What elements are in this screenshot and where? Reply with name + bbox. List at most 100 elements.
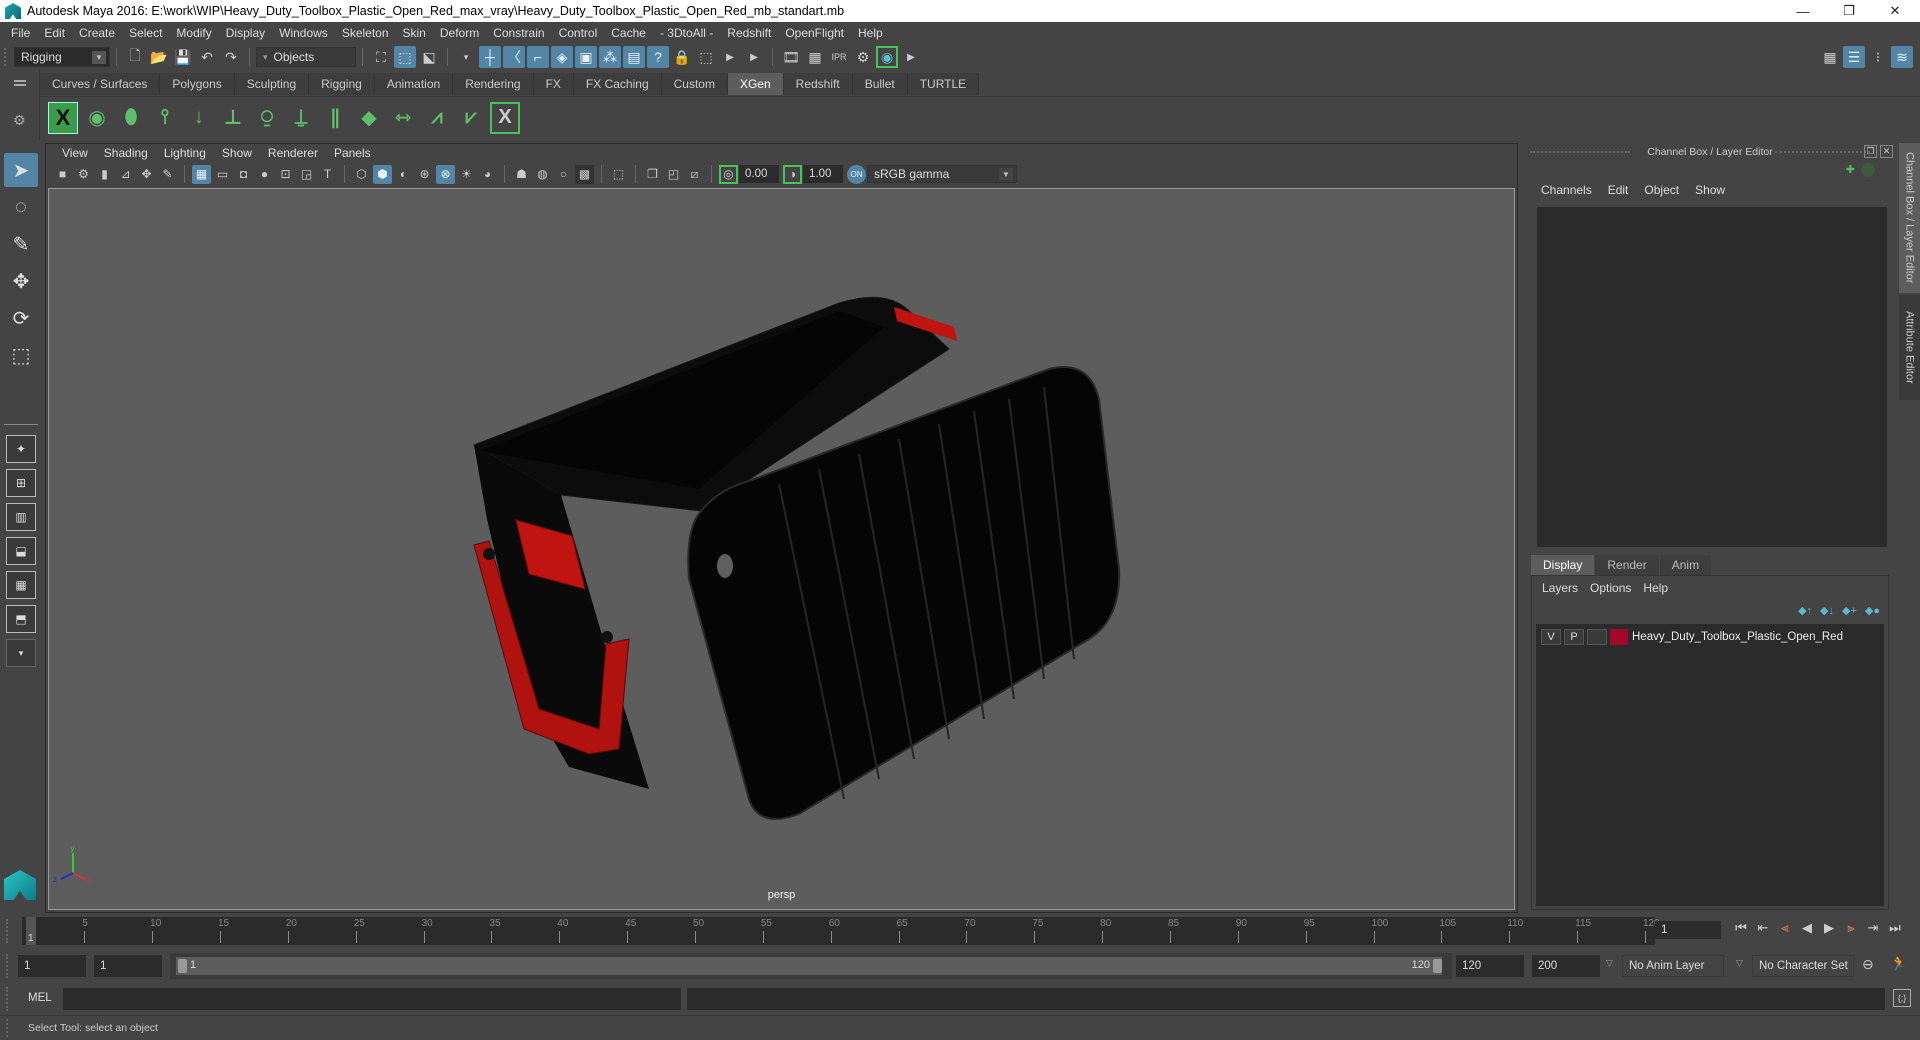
isolate-select-icon[interactable]: ⬚ [609,165,628,184]
render-settings-icon[interactable]: ⚙ [852,46,874,68]
menu-redshift[interactable]: Redshift [720,26,778,40]
xgen-guide-shape-icon[interactable]: ∥ [320,102,350,134]
viewport-menu-shading[interactable]: Shading [96,146,156,160]
camera-attributes-icon[interactable]: ⚙ [74,165,93,184]
redo-icon[interactable]: ↷ [220,46,242,68]
shelf-tab-xgen[interactable]: XGen [727,73,784,95]
xgen-lock-guides-icon[interactable]: ⍊ [286,102,316,134]
hypershade-icon[interactable]: ◉ [876,46,898,68]
render-view-icon[interactable]: 🎞 [780,46,802,68]
layer-menu-layers[interactable]: Layers [1536,581,1584,595]
script-editor-icon[interactable]: {;} [1893,989,1911,1007]
animation-start-field[interactable]: 1 [18,955,86,977]
layer-menu-help[interactable]: Help [1637,581,1674,595]
go-to-end-icon[interactable]: ⏭ [1884,920,1906,936]
select-tool-icon[interactable]: ➤ [4,153,38,187]
xgen-preview-icon[interactable]: ◉ [82,102,112,134]
gear-icon[interactable]: ⚙ [13,112,26,129]
viewport-menu-lighting[interactable]: Lighting [156,146,214,160]
side-tab-attribute-editor[interactable]: Attribute Editor [1899,295,1920,400]
expand-arrow-icon[interactable]: ▶ [743,46,765,68]
expand-arrow-icon[interactable]: ▶ [719,46,741,68]
xgen-rebuild-icon[interactable]: ⇿ [388,102,418,134]
channel-box-menu-edit[interactable]: Edit [1600,183,1637,197]
anim-layer-dropdown[interactable]: No Anim Layer [1622,955,1724,977]
2d-pan-zoom-icon[interactable]: ✥ [137,165,156,184]
range-end-handle[interactable] [1433,959,1442,973]
xgen-editor-icon[interactable]: X [48,101,78,134]
xgen-guide-cvs-icon[interactable]: ⩗ [456,102,486,134]
modeling-toolkit-icon[interactable]: ▦ [1819,46,1841,68]
range-start-handle[interactable] [178,959,187,973]
viewport-menu-renderer[interactable]: Renderer [260,146,326,160]
menu-constrain[interactable]: Constrain [486,26,551,40]
xgen-clear-preview-icon[interactable]: ⬮ [116,102,146,134]
gamma-field[interactable]: 1.00 [803,165,843,183]
grip-handle[interactable] [6,954,12,978]
chevron-down-icon[interactable]: ▾ [455,46,477,68]
timeline-ruler[interactable]: 1 5 10 15 20 25 30 35 40 45 50 55 60 65 70 75 80 85 90 95 1… [22,917,1660,945]
menu-3dtoall[interactable]: - 3DtoAll - [653,26,720,40]
playback-start-field[interactable]: 1 [94,955,162,977]
layer-playback-toggle[interactable]: P [1564,629,1584,645]
layer-name[interactable]: Heavy_Duty_Toolbox_Plastic_Open_Red [1632,631,1843,643]
viewport-menu-show[interactable]: Show [214,146,260,160]
xgen-guide-visibility-icon[interactable]: ⍜ [252,102,282,134]
paint-select-tool-icon[interactable]: ✎ [4,227,38,261]
chevron-down-icon[interactable]: ▽ [1606,958,1613,969]
menu-skeleton[interactable]: Skeleton [335,26,396,40]
layout-options-icon[interactable]: ▾ [6,639,36,667]
menu-deform[interactable]: Deform [433,26,486,40]
shadows-icon[interactable]: ◕ [478,165,497,184]
toolbox-model[interactable] [472,296,1121,820]
open-scene-icon[interactable]: 📂 [148,46,170,68]
help-icon[interactable]: ? [647,46,669,68]
shelf-tab-turtle[interactable]: TURTLE [907,73,980,95]
grip-handle[interactable] [1775,151,1870,153]
shelf-tab-rendering[interactable]: Rendering [453,73,534,95]
camera-icon[interactable]: ■ [53,165,72,184]
minimize-button[interactable]: — [1780,0,1826,22]
shelf-tab-rigging[interactable]: Rigging [309,73,375,95]
perspective-viewport[interactable]: y x z persp [48,188,1515,910]
new-empty-layer-icon[interactable]: ◆+ [1842,604,1857,617]
layer-menu-options[interactable]: Options [1584,581,1637,595]
play-backwards-icon[interactable]: ◀ [1796,920,1818,936]
field-chart-icon[interactable]: ⊡ [276,165,295,184]
select-objects-icon[interactable]: ⬚ [394,46,416,68]
menu-skin[interactable]: Skin [396,26,433,40]
shelf-tab-bullet[interactable]: Bullet [852,73,908,95]
single-perspective-layout-icon[interactable]: ✦ [6,435,36,463]
outliner-persp-layout-icon[interactable]: ▥ [6,503,36,531]
scale-tool-icon[interactable]: ⬚ [4,338,38,372]
save-scene-icon[interactable]: 💾 [172,46,194,68]
shelf-tab-custom[interactable]: Custom [661,73,728,95]
persp-graph-outliner-layout-icon[interactable]: ⬒ [6,605,36,633]
selection-mode-dropdown[interactable]: ▾ Objects [256,47,356,67]
manipulator-axis-icon[interactable]: ✚ [1846,163,1855,176]
shelf-tab-fx-caching[interactable]: FX Caching [573,73,662,95]
step-forward-key-icon[interactable]: ⫸ [1840,920,1862,936]
character-set-dropdown[interactable]: No Character Set [1752,955,1854,977]
ipr-render-icon[interactable]: IPR [828,46,850,68]
film-gate-icon[interactable]: ▭ [213,165,232,184]
layer-tab-display[interactable]: Display [1531,555,1595,575]
snap-curve-icon[interactable]: 〈 [503,46,525,68]
menu-help[interactable]: Help [851,26,890,40]
layer-color-swatch[interactable] [1610,629,1628,645]
move-layer-down-icon[interactable]: ◆↓ [1820,604,1834,617]
layer-tab-anim[interactable]: Anim [1659,555,1712,575]
chevron-down-icon[interactable]: ▽ [1736,958,1743,969]
wireframe-icon[interactable]: ⬡ [352,165,371,184]
animation-preferences-icon[interactable]: 🏃 [1890,955,1907,972]
xgen-density-map-icon[interactable]: ◆ [354,102,384,134]
render-frame-icon[interactable]: ▦ [804,46,826,68]
rotate-tool-icon[interactable]: ⟳ [4,301,38,335]
grip-handle[interactable] [1530,151,1630,153]
select-icon[interactable]: ⬚ [695,46,717,68]
exposure-field[interactable]: 0.00 [739,165,779,183]
current-frame-field[interactable]: 1 [1655,921,1721,939]
color-space-dropdown[interactable]: sRGB gamma ▼ [867,165,1017,183]
shelf-tab-redshift[interactable]: Redshift [783,73,853,95]
snap-live-icon[interactable]: ▣ [575,46,597,68]
